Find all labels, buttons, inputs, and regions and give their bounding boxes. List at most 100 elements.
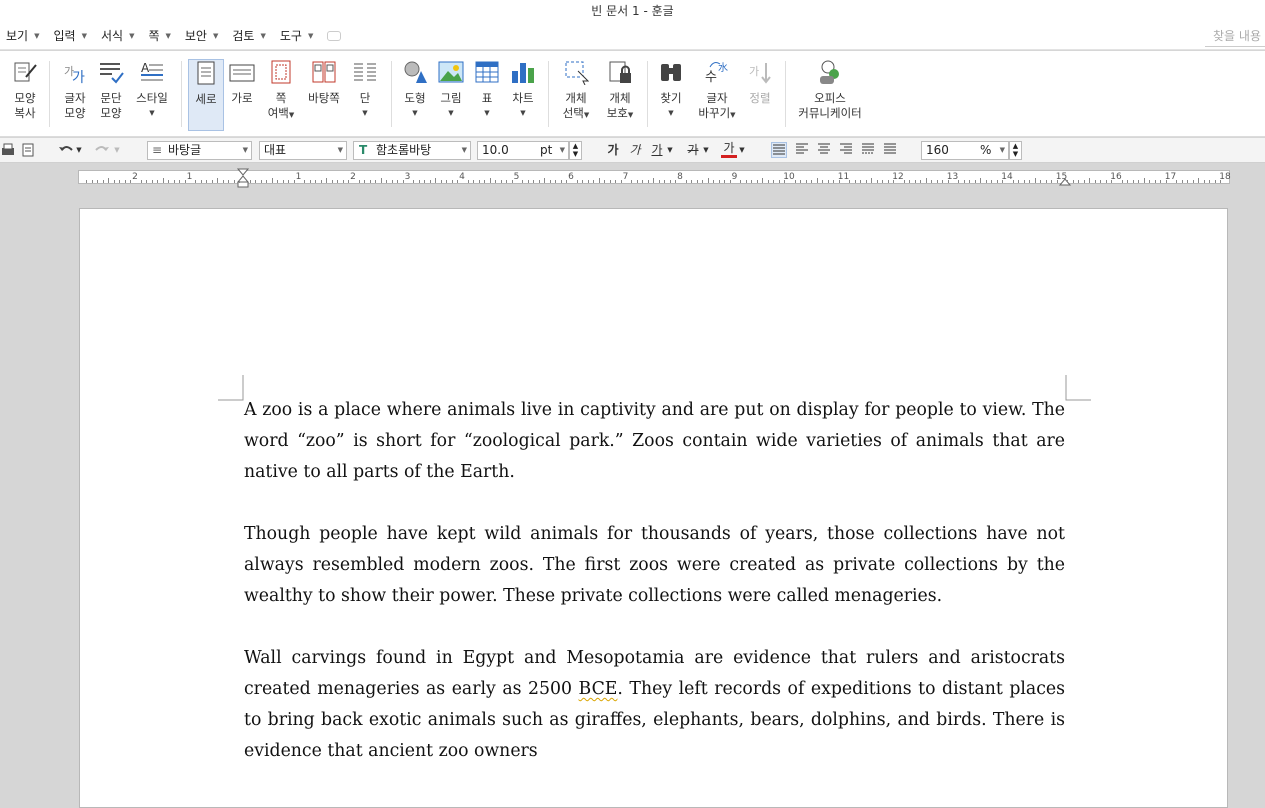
undo-icon[interactable] <box>58 142 74 158</box>
portrait-button[interactable]: 세로 <box>188 59 224 131</box>
distribute-button[interactable] <box>860 142 876 158</box>
horizontal-ruler[interactable]: 2 1 1 2 3 4 5 6 7 8 9 10 11 12 13 14 15 16 17 18 <box>0 164 1265 190</box>
picture-button[interactable]: 그림 ▼ <box>436 59 466 131</box>
master-page-button[interactable]: 바탕쪽 <box>303 59 345 131</box>
ruler-tick <box>157 180 159 183</box>
ruler-tick <box>1138 180 1140 183</box>
crop-mark-top-right <box>1065 375 1091 401</box>
menu-review[interactable]: 검토 ▼ <box>226 23 273 49</box>
ruler-number: 3 <box>404 172 411 182</box>
menu-format[interactable]: 서식 ▼ <box>95 23 142 49</box>
document-body[interactable]: A zoo is a place where animals live in c… <box>244 395 1065 798</box>
menu-tools[interactable]: 도구 ▼ <box>274 23 321 49</box>
bold-button[interactable]: 가 <box>605 142 621 158</box>
column-button[interactable]: 단 ▼ <box>350 59 380 131</box>
preview-icon[interactable] <box>20 142 36 158</box>
language-combo[interactable]: 대표 ▼ <box>259 141 347 160</box>
landscape-button[interactable]: 가로 <box>227 59 257 131</box>
spellcheck-marked-word[interactable]: BCE <box>579 679 618 699</box>
ruler-tick <box>718 180 720 183</box>
para-shape-icon <box>98 59 124 85</box>
ruler-tick <box>920 180 922 183</box>
ruler-tick <box>1105 180 1107 183</box>
office-communicator-button[interactable]: 오피스 커뮤니케이터 <box>794 59 866 131</box>
shape-button[interactable]: 도형 ▼ <box>400 59 430 131</box>
divide-button[interactable] <box>882 142 898 158</box>
chevron-down-icon[interactable]: ▼ <box>74 142 84 158</box>
document-page[interactable]: A zoo is a place where animals live in c… <box>79 208 1228 808</box>
style-button[interactable]: A 스타일 ▼ <box>132 59 172 131</box>
chevron-down-icon[interactable]: ▼ <box>737 142 747 158</box>
paragraph[interactable]: Though people have kept wild animals for… <box>244 519 1065 612</box>
chevron-down-icon[interactable]: ▼ <box>701 142 711 158</box>
find-input[interactable]: 찾을 내용 <box>1205 25 1265 47</box>
align-justify-button[interactable] <box>771 142 787 158</box>
italic-button[interactable]: 가 <box>627 142 643 158</box>
object-protect-button[interactable]: 개체 보호▼ <box>602 59 638 131</box>
ruler-tick <box>707 178 709 183</box>
ruler-tick <box>277 180 279 183</box>
ruler-tick <box>429 180 431 183</box>
ruler-tick <box>1160 180 1162 183</box>
ruler-tick <box>1089 178 1091 183</box>
menu-page[interactable]: 쪽 ▼ <box>142 23 178 49</box>
ruler-tick <box>195 180 197 183</box>
left-indent-marker-icon[interactable] <box>237 168 249 188</box>
print-icon[interactable] <box>0 142 16 158</box>
font-size-spinner[interactable]: ▲ ▼ <box>569 141 582 160</box>
ruler-tick <box>1072 180 1074 183</box>
font-combo[interactable]: T 함초롬바탕 ▼ <box>353 141 471 160</box>
ruler-tick <box>1045 180 1047 183</box>
chart-button[interactable]: 차트 ▼ <box>508 59 538 131</box>
ruler-tick <box>1121 180 1123 183</box>
menu-view[interactable]: 보기 ▼ <box>0 23 47 49</box>
page-margin-button[interactable]: 쪽 여백▼ <box>264 59 298 131</box>
menu-insert[interactable]: 입력 ▼ <box>47 23 94 49</box>
strikethrough-button[interactable]: 가 <box>685 142 701 158</box>
ruler-tick <box>620 180 622 183</box>
crop-mark-top-left <box>218 375 244 401</box>
ruler-tick <box>151 180 153 183</box>
font-color-button[interactable]: 가 <box>721 142 737 158</box>
ruler-tick <box>168 180 170 183</box>
object-select-button[interactable]: 개체 선택▼ <box>558 59 594 131</box>
font-size-combo[interactable]: 10.0 pt ▼ <box>477 141 569 160</box>
paragraph[interactable]: A zoo is a place where animals live in c… <box>244 395 1065 488</box>
chevron-down-icon: ▼ <box>149 109 155 117</box>
replace-button[interactable]: 수水 글자 바꾸기▼ <box>696 59 738 131</box>
ruler-tick <box>794 180 796 183</box>
object-select-label-1: 개체 <box>565 91 587 105</box>
cloud-icon[interactable] <box>327 30 342 41</box>
zoom-spinner[interactable]: ▲ ▼ <box>1009 141 1022 160</box>
shape-copy-button[interactable]: 모양 복사 <box>8 59 42 131</box>
zoom-combo[interactable]: 160 % ▼ <box>921 141 1009 160</box>
ruler-tick <box>854 180 856 183</box>
table-button[interactable]: 표 ▼ <box>472 59 502 131</box>
chevron-down-icon: ▼ <box>412 109 418 117</box>
para-shape-button[interactable]: 문단 모양 <box>94 59 128 131</box>
chevron-down-icon[interactable]: ▼ <box>112 142 122 158</box>
menu-tools-label: 도구 <box>279 29 302 43</box>
char-shape-button[interactable]: 가가 글자 모양 <box>58 59 92 131</box>
align-center-button[interactable] <box>816 142 832 158</box>
align-right-button[interactable] <box>838 142 854 158</box>
sort-button[interactable]: 가 정렬 <box>744 59 776 131</box>
underline-button[interactable]: 가 <box>649 142 665 158</box>
ruler-tick <box>326 178 328 183</box>
ruler-tick <box>647 180 649 183</box>
ruler-tick <box>974 180 976 183</box>
ruler-tick <box>833 180 835 183</box>
ruler-tick <box>985 180 987 183</box>
ruler-tick <box>282 180 284 183</box>
landscape-page-icon <box>229 59 255 85</box>
redo-icon[interactable] <box>94 142 110 158</box>
ruler-tick <box>544 178 546 183</box>
style-combo[interactable]: ≡ 바탕글 ▼ <box>147 141 252 160</box>
ruler-tick <box>140 180 142 183</box>
menu-security[interactable]: 보안 ▼ <box>179 23 226 49</box>
align-left-button[interactable] <box>794 142 810 158</box>
paragraph[interactable]: Wall carvings found in Egypt and Mesopot… <box>244 643 1065 767</box>
chevron-down-icon[interactable]: ▼ <box>665 142 675 158</box>
ruler-tick <box>1181 180 1183 183</box>
find-button[interactable]: 찾기 ▼ <box>655 59 687 131</box>
